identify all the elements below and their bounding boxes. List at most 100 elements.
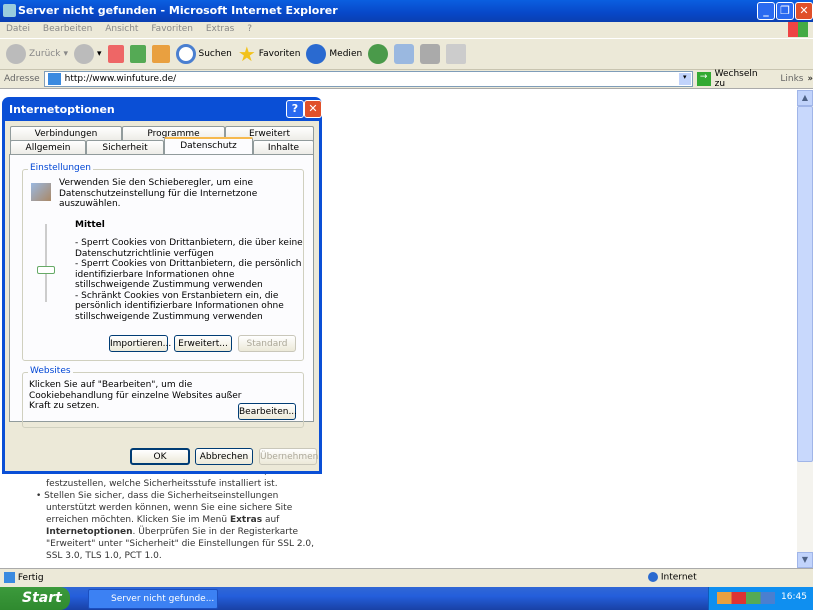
close-button[interactable]: ✕: [795, 2, 813, 20]
back-label: Zurück: [29, 49, 61, 59]
help-button[interactable]: ?: [286, 100, 304, 118]
go-arrow-icon[interactable]: →: [696, 72, 711, 86]
back-button[interactable]: Zurück ▾: [6, 44, 68, 64]
search-icon: [175, 44, 196, 64]
menu-help[interactable]: ?: [247, 24, 252, 34]
websites-group: Websites Klicken Sie auf "Bearbeiten", u…: [22, 366, 304, 428]
vertical-scrollbar[interactable]: ▲ ▼: [797, 90, 813, 568]
ie-page-icon: [47, 73, 61, 85]
dialog-close-button[interactable]: ✕: [304, 100, 322, 118]
media-label: Medien: [329, 49, 363, 59]
settings-group: Einstellungen Verwenden Sie den Schieber…: [22, 163, 304, 361]
websites-group-label: Websites: [28, 366, 73, 376]
go-button[interactable]: Wechseln zu: [715, 69, 771, 89]
scroll-up-button[interactable]: ▲: [797, 90, 813, 106]
start-button[interactable]: Start: [0, 587, 70, 610]
favorites-label: Favoriten: [258, 49, 301, 59]
system-tray: 16:45: [708, 587, 813, 610]
menu-bearbeiten[interactable]: Bearbeiten: [43, 24, 92, 34]
clock: 16:45: [781, 592, 807, 602]
address-url: http://www.winfuture.de/: [64, 74, 177, 84]
refresh-icon[interactable]: [129, 45, 146, 63]
minimize-button[interactable]: _: [757, 2, 775, 20]
dialog-title: Internetoptionen: [9, 103, 115, 116]
scroll-down-button[interactable]: ▼: [797, 552, 813, 568]
mail-icon[interactable]: [394, 44, 415, 64]
favorites-button[interactable]: ★ Favoriten: [238, 42, 301, 66]
dropdown-arrow-icon[interactable]: ▾: [678, 73, 691, 85]
taskbar: Start Server nicht gefunde... 16:45: [0, 587, 813, 610]
menu-datei[interactable]: Datei: [6, 24, 30, 34]
ie-icon: [3, 4, 16, 17]
menu-extras[interactable]: Extras: [206, 24, 234, 34]
edit-icon[interactable]: [446, 44, 467, 64]
star-icon: ★: [237, 42, 256, 66]
apply-button[interactable]: Übernehmen: [259, 448, 318, 465]
address-input[interactable]: http://www.winfuture.de/ ▾: [43, 71, 693, 87]
status-text: Fertig: [17, 573, 44, 583]
chevron-icon[interactable]: »: [807, 74, 813, 84]
tab-inhalte[interactable]: Inhalte: [253, 140, 314, 155]
extras-bold: Extras: [229, 515, 263, 525]
tab-sicherheit[interactable]: Sicherheit: [86, 140, 164, 155]
media-icon: [306, 44, 327, 64]
menu-ansicht[interactable]: Ansicht: [105, 24, 138, 34]
stop-icon[interactable]: [107, 45, 124, 63]
default-button[interactable]: Standard: [238, 335, 296, 352]
ok-button[interactable]: OK: [130, 448, 190, 465]
tab-verbindungen[interactable]: Verbindungen: [10, 126, 122, 141]
import-button[interactable]: Importieren...: [109, 335, 171, 352]
taskbar-ie-window[interactable]: Server nicht gefunde...: [88, 589, 218, 609]
bullet-item: • Stellen Sie sicher, dass die Sicherhei…: [36, 491, 315, 561]
tab-datenschutz[interactable]: Datenschutz: [164, 137, 253, 154]
dialog-title-bar: Internetoptionen ? ✕: [5, 97, 322, 121]
advanced-button[interactable]: Erweitert...: [174, 335, 232, 352]
menu-favoriten[interactable]: Favoriten: [151, 24, 193, 34]
page-icon: [4, 572, 15, 583]
media-button[interactable]: Medien: [306, 44, 362, 64]
scroll-thumb[interactable]: [797, 106, 813, 462]
internet-zone: Internet: [648, 572, 697, 583]
tab-allgemein[interactable]: Allgemein: [10, 140, 86, 155]
text-line: festzustellen, welche Sicherheitsstufe i…: [46, 479, 278, 489]
tray-icons[interactable]: [717, 592, 775, 604]
title-bar: Server nicht gefunden - Microsoft Intern…: [0, 0, 813, 22]
privacy-icon: [31, 183, 51, 201]
edit-sites-button[interactable]: Bearbeiten...: [238, 403, 297, 420]
links-button[interactable]: Links: [780, 74, 803, 84]
history-icon[interactable]: [368, 44, 389, 64]
address-bar: Adresse http://www.winfuture.de/ ▾ → Wech…: [0, 69, 813, 89]
toolbar: Zurück ▾ ▾ Suchen ★ Favoriten Medien: [0, 38, 813, 70]
level-description: - Sperrt Cookies von Drittanbietern, die…: [75, 238, 303, 322]
zone-label: Internet: [660, 572, 697, 583]
slider-thumb[interactable]: [37, 266, 55, 274]
home-icon[interactable]: [151, 45, 170, 63]
bullet-text: auf: [262, 515, 280, 525]
forward-button[interactable]: ▾: [73, 44, 102, 64]
menu-bar: Datei Bearbeiten Ansicht Favoriten Extra…: [0, 22, 813, 38]
dialog-body: Verbindungen Programme Erweitert Allgeme…: [5, 121, 319, 471]
settings-group-label: Einstellungen: [28, 163, 94, 173]
slider-track: [45, 224, 47, 302]
maximize-button[interactable]: ❐: [776, 2, 794, 20]
start-label: Start: [22, 590, 62, 606]
privacy-level: Mittel: [75, 220, 105, 230]
intro-text: Verwenden Sie den Schieberegler, um eine…: [59, 178, 258, 209]
internet-options-dialog: Internetoptionen ? ✕ Verbindungen Progra…: [2, 97, 322, 474]
privacy-slider[interactable]: [33, 224, 59, 304]
search-label: Suchen: [198, 49, 232, 59]
error-help-text: Klicken Sie auf das Menü Hilfe und dann …: [34, 466, 324, 562]
internetoptionen-bold: Internetoptionen: [46, 527, 133, 537]
privacy-panel: Einstellungen Verwenden Sie den Schieber…: [9, 154, 314, 428]
print-icon[interactable]: [420, 44, 441, 64]
forward-arrow-icon: [73, 44, 94, 64]
cancel-button[interactable]: Abbrechen: [195, 448, 253, 465]
window-title: Server nicht gefunden - Microsoft Intern…: [18, 4, 338, 17]
search-button[interactable]: Suchen: [175, 44, 232, 64]
back-arrow-icon: [6, 44, 26, 64]
status-bar: Fertig Internet: [0, 568, 813, 587]
address-label: Adresse: [4, 74, 40, 84]
task-label: Server nicht gefunde...: [111, 594, 215, 604]
websites-text: Klicken Sie auf "Bearbeiten", um die Coo…: [29, 380, 242, 411]
windows-logo: [788, 22, 808, 37]
